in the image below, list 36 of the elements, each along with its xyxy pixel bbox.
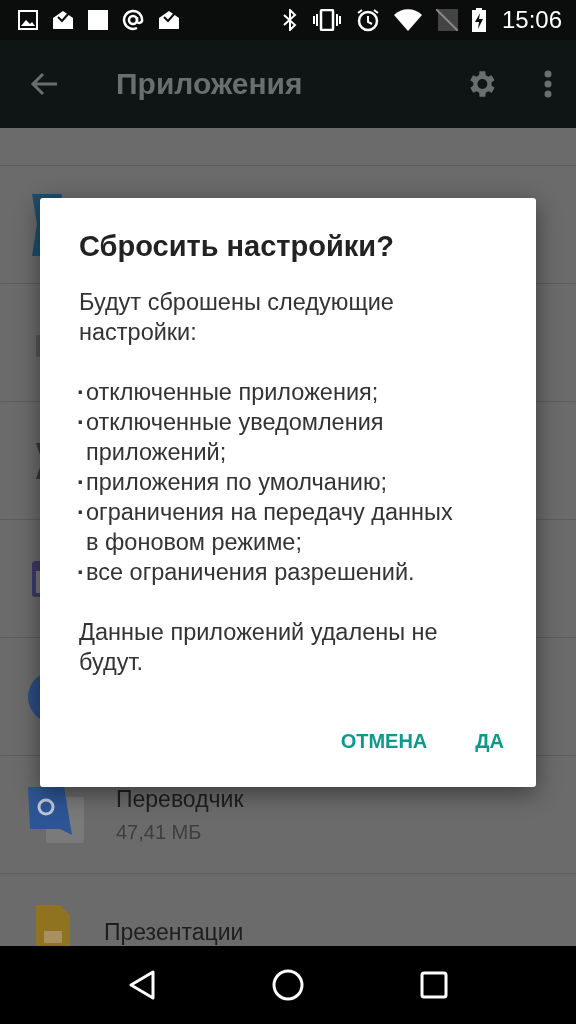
vibrate-icon	[311, 9, 342, 31]
cancel-button[interactable]: ОТМЕНА	[324, 722, 444, 761]
dialog-note: Данные приложений удалены не будут.	[79, 618, 439, 677]
mail-icon	[158, 10, 180, 30]
bullet: ·	[77, 558, 86, 587]
translate-icon	[28, 786, 84, 843]
bluetooth-icon	[281, 9, 298, 31]
bullet: ·	[77, 378, 86, 407]
no-sim-icon	[435, 9, 458, 31]
mail-icon	[52, 10, 74, 30]
setting-item: все ограничения разрешений.	[86, 558, 415, 587]
app-name: Переводчик	[116, 785, 244, 813]
setting-item: приложения по умолчанию;	[86, 468, 388, 497]
confirm-button[interactable]: ДА	[459, 722, 520, 761]
image-icon	[18, 10, 38, 30]
setting-item: отключенные уведомления приложений;	[86, 408, 385, 467]
alarm-clock-icon	[355, 8, 380, 32]
wifi-icon	[393, 9, 422, 31]
back-arrow-icon[interactable]	[30, 72, 58, 96]
bullet: ·	[77, 498, 86, 527]
bullet: ·	[77, 408, 86, 437]
battery-charging-icon	[471, 8, 486, 32]
setting-item: ограничения на передачу данных в фоновом режиме;	[86, 498, 454, 557]
setting-item: отключенные приложения;	[86, 378, 379, 407]
square-icon	[88, 10, 108, 30]
recents-nav-icon[interactable]	[420, 971, 448, 999]
more-options-icon[interactable]	[544, 70, 552, 98]
home-nav-icon[interactable]	[272, 969, 304, 1001]
at-sign-icon	[122, 9, 144, 31]
back-nav-icon[interactable]	[128, 970, 156, 1000]
app-name: Презентации	[104, 919, 244, 946]
screen-title: Приложения	[116, 67, 304, 101]
clock-time: 15:06	[501, 6, 562, 34]
dialog-intro: Будут сброшены следующие настройки:	[79, 288, 395, 347]
dialog-title: Сбросить настройки?	[79, 230, 395, 263]
bullet: ·	[77, 468, 86, 497]
